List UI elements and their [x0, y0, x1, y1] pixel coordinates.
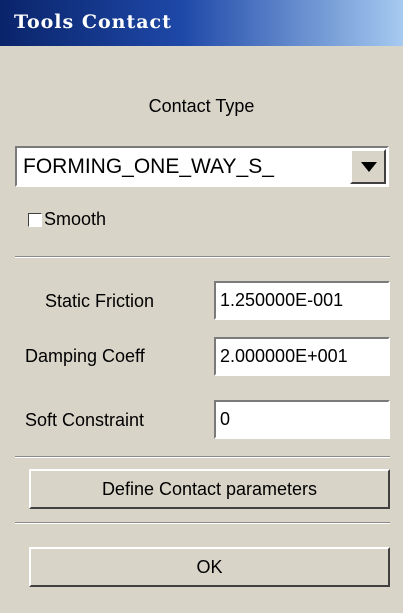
dropdown-arrow-button[interactable]: [350, 149, 386, 184]
contact-type-dropdown[interactable]: FORMING_ONE_WAY_S_: [15, 146, 389, 187]
tools-contact-window: Tools Contact Contact Type FORMING_ONE_W…: [0, 0, 403, 613]
window-title: Tools Contact: [14, 11, 172, 33]
soft-constraint-label: Soft Constraint: [25, 410, 145, 430]
divider: [15, 522, 390, 524]
soft-constraint-input[interactable]: 0: [214, 400, 390, 439]
ok-button[interactable]: OK: [29, 547, 390, 587]
damping-coeff-label: Damping Coeff: [25, 346, 145, 366]
divider: [15, 256, 390, 258]
contact-type-selected: FORMING_ONE_WAY_S_: [23, 155, 274, 178]
damping-coeff-input[interactable]: 2.000000E+001: [214, 337, 390, 376]
divider: [15, 456, 390, 458]
define-contact-parameters-button[interactable]: Define Contact parameters: [29, 469, 390, 509]
static-friction-input[interactable]: 1.250000E-001: [214, 281, 390, 320]
chevron-down-icon: [361, 162, 377, 172]
smooth-label: Smooth: [44, 209, 107, 229]
smooth-checkbox[interactable]: [28, 213, 42, 227]
static-friction-label: Static Friction: [45, 291, 155, 311]
contact-type-label: Contact Type: [148, 96, 255, 116]
title-bar[interactable]: Tools Contact: [0, 0, 403, 46]
